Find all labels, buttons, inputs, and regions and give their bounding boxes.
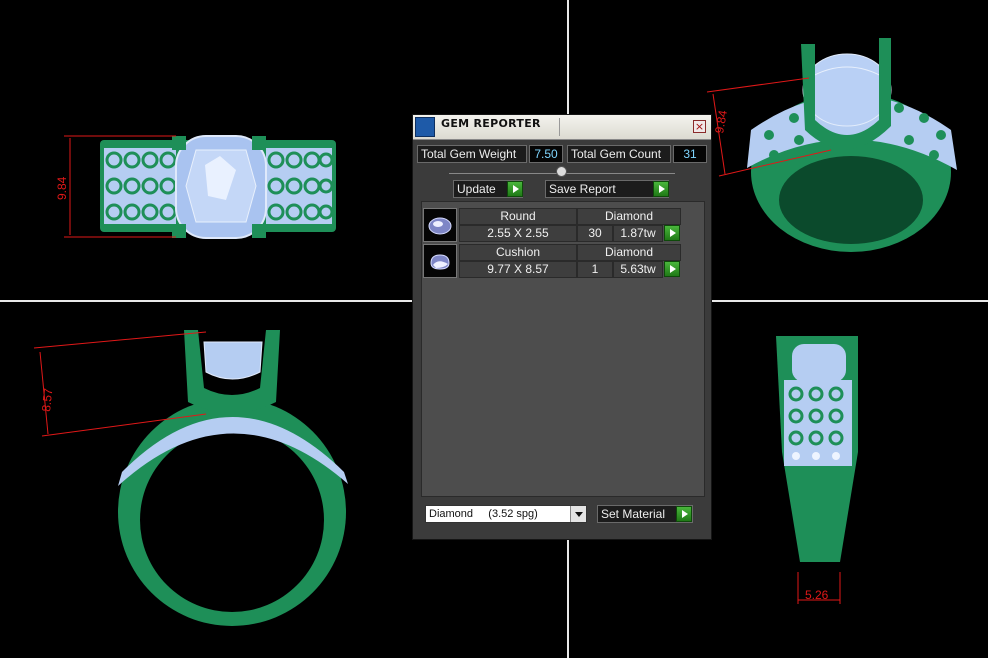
gem-weight: 5.63tw bbox=[613, 261, 663, 278]
material-select-value: Diamond (3.52 spg) bbox=[429, 508, 538, 520]
svg-text:8.57: 8.57 bbox=[39, 387, 55, 412]
gem-select-go-icon[interactable] bbox=[664, 225, 680, 241]
titlebar-separator bbox=[559, 118, 560, 136]
gem-reporter-panel: GEM REPORTER × Total Gem Weight 7.50 Tot… bbox=[412, 114, 712, 540]
cushion-gem-icon bbox=[423, 244, 457, 278]
total-gem-weight-label: Total Gem Weight bbox=[417, 145, 527, 163]
gem-weight: 1.87tw bbox=[613, 225, 663, 242]
round-gem-icon bbox=[423, 208, 457, 242]
total-gem-count-label: Total Gem Count bbox=[567, 145, 671, 163]
gem-select-go-icon[interactable] bbox=[664, 261, 680, 277]
svg-text:9.84: 9.84 bbox=[712, 109, 730, 135]
gem-reporter-app-icon bbox=[415, 117, 435, 137]
material-select[interactable]: Diamond (3.52 spg) bbox=[425, 505, 587, 523]
save-report-button[interactable]: Save Report bbox=[545, 180, 669, 198]
svg-text:9.84: 9.84 bbox=[55, 176, 69, 200]
gem-size: 2.55 X 2.55 bbox=[459, 225, 577, 242]
svg-text:5.26: 5.26 bbox=[805, 588, 829, 602]
gem-count: 1 bbox=[577, 261, 613, 278]
gem-material: Diamond bbox=[577, 208, 681, 225]
dimension-label: 9.84 bbox=[55, 176, 69, 200]
save-report-go-icon[interactable] bbox=[653, 181, 669, 197]
set-material-go-icon[interactable] bbox=[676, 506, 692, 522]
gem-size: 9.77 X 8.57 bbox=[459, 261, 577, 278]
viewport-side[interactable]: 5.26 bbox=[712, 302, 988, 658]
dimension-label: 8.57 bbox=[39, 387, 55, 412]
dimension-label: 5.26 bbox=[805, 588, 829, 602]
total-gem-count-value: 31 bbox=[673, 145, 707, 163]
panel-splitter-handle[interactable] bbox=[556, 166, 567, 177]
ring-side-view bbox=[776, 336, 858, 604]
gem-reporter-titlebar[interactable]: GEM REPORTER × bbox=[413, 115, 711, 140]
gem-shape: Cushion bbox=[459, 244, 577, 261]
gem-reporter-title: GEM REPORTER bbox=[441, 117, 541, 130]
gem-list[interactable]: Round Diamond 2.55 X 2.55 30 1.87tw Cush… bbox=[421, 201, 705, 497]
gem-shape: Round bbox=[459, 208, 577, 225]
total-gem-weight-value: 7.50 bbox=[529, 145, 563, 163]
gem-count: 30 bbox=[577, 225, 613, 242]
close-icon[interactable]: × bbox=[693, 120, 706, 133]
chevron-down-icon[interactable] bbox=[570, 506, 586, 522]
gem-material: Diamond bbox=[577, 244, 681, 261]
update-go-icon[interactable] bbox=[507, 181, 523, 197]
